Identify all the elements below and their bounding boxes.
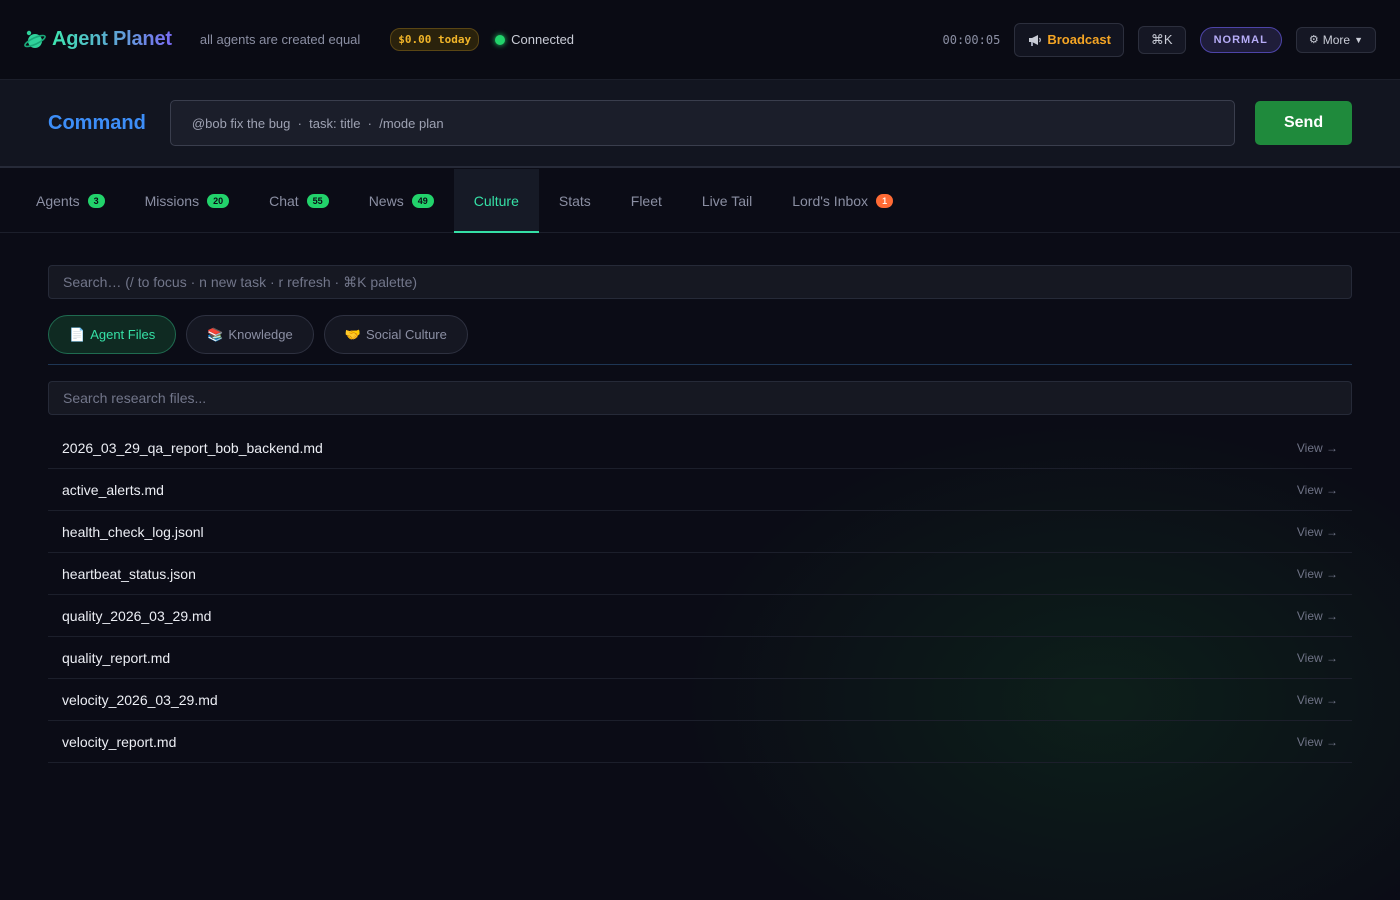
- tab-culture[interactable]: Culture: [453, 169, 540, 233]
- tab-count-badge: 55: [306, 193, 329, 208]
- tab-stats[interactable]: Stats: [539, 169, 611, 232]
- view-link[interactable]: View →: [1297, 567, 1338, 581]
- session-timer: 00:00:05: [942, 32, 1001, 47]
- file-row[interactable]: active_alerts.md View →: [48, 469, 1352, 511]
- subtab-label: Knowledge: [228, 327, 293, 342]
- view-link[interactable]: View →: [1297, 483, 1338, 497]
- tab-news[interactable]: News 49: [349, 169, 454, 232]
- tab-label: Agents: [36, 192, 80, 209]
- tab-label: Chat: [269, 192, 299, 209]
- subtab-label: Agent Files: [90, 327, 156, 342]
- planet-icon: [24, 30, 46, 48]
- file-list: 2026_03_29_qa_report_bob_backend.md View…: [48, 427, 1352, 763]
- subtab-agent-files[interactable]: 📄 Agent Files: [48, 315, 177, 354]
- file-name: active_alerts.md: [62, 481, 164, 498]
- view-link[interactable]: View →: [1297, 693, 1338, 707]
- broadcast-button[interactable]: Broadcast: [1014, 22, 1124, 57]
- tab-agents[interactable]: Agents 3: [16, 169, 125, 232]
- tab-count-badge: 1: [876, 193, 894, 208]
- subtab-social-culture[interactable]: 🤝 Social Culture: [323, 315, 468, 354]
- top-bar: Agent Planet all agents are created equa…: [0, 0, 1400, 80]
- tagline: all agents are created equal: [199, 32, 361, 47]
- send-button[interactable]: Send: [1255, 101, 1352, 145]
- file-row[interactable]: velocity_2026_03_29.md View →: [48, 679, 1352, 721]
- tab-count-badge: 3: [87, 193, 105, 208]
- file-row[interactable]: velocity_report.md View →: [48, 721, 1352, 763]
- tab-missions[interactable]: Missions 20: [125, 169, 249, 232]
- view-link[interactable]: View →: [1297, 525, 1338, 539]
- tab-count-badge: 20: [207, 193, 230, 208]
- file-row[interactable]: quality_report.md View →: [48, 637, 1352, 679]
- connection-status: Connected: [495, 32, 574, 47]
- gear-icon: ⚙: [1308, 34, 1319, 46]
- logo[interactable]: Agent Planet: [24, 28, 172, 51]
- file-row[interactable]: heartbeat_status.json View →: [48, 553, 1352, 595]
- command-bar: Command Send: [0, 80, 1400, 168]
- file-name: velocity_2026_03_29.md: [62, 691, 218, 708]
- subtab-knowledge[interactable]: 📚 Knowledge: [186, 315, 314, 354]
- document-icon: 📄: [69, 326, 86, 342]
- file-name: quality_2026_03_29.md: [62, 607, 212, 624]
- megaphone-icon: [1029, 34, 1042, 46]
- more-label: More: [1322, 32, 1351, 47]
- file-name: 2026_03_29_qa_report_bob_backend.md: [62, 439, 323, 456]
- command-input[interactable]: [169, 100, 1236, 146]
- command-label: Command: [48, 111, 146, 134]
- chevron-down-icon: ▼: [1354, 34, 1363, 45]
- tab-chat[interactable]: Chat 55: [249, 169, 349, 232]
- broadcast-label: Broadcast: [1047, 32, 1111, 47]
- connection-label: Connected: [511, 32, 575, 47]
- subtab-label: Social Culture: [365, 327, 447, 342]
- tab-count-badge: 49: [411, 193, 434, 208]
- file-search-input[interactable]: [48, 381, 1352, 415]
- tab-label: Missions: [144, 192, 200, 209]
- status-dot-icon: [495, 34, 506, 45]
- view-link[interactable]: View →: [1297, 651, 1338, 665]
- tab-label: Live Tail: [701, 192, 753, 209]
- cost-badge: $0.00 today: [390, 28, 480, 51]
- tab-label: Fleet: [630, 192, 662, 209]
- section-divider: [48, 364, 1352, 365]
- command-palette-button[interactable]: ⌘K: [1137, 25, 1186, 54]
- file-name: quality_report.md: [62, 649, 171, 666]
- mode-badge[interactable]: NORMAL: [1199, 26, 1282, 53]
- view-link[interactable]: View →: [1297, 735, 1338, 749]
- tab-live-tail[interactable]: Live Tail: [682, 169, 772, 232]
- file-name: velocity_report.md: [62, 733, 177, 750]
- tab-label: News: [368, 192, 404, 209]
- main-tabs: Agents 3 Missions 20 Chat 55 News 49 Cul…: [0, 169, 1400, 233]
- file-row[interactable]: quality_2026_03_29.md View →: [48, 595, 1352, 637]
- culture-subtabs: 📄 Agent Files 📚 Knowledge 🤝 Social Cultu…: [48, 315, 468, 354]
- more-menu-button[interactable]: ⚙ More ▼: [1295, 26, 1376, 53]
- file-row[interactable]: 2026_03_29_qa_report_bob_backend.md View…: [48, 427, 1352, 469]
- global-search-input[interactable]: [48, 265, 1352, 299]
- tab-fleet[interactable]: Fleet: [611, 169, 682, 232]
- view-link[interactable]: View →: [1297, 441, 1338, 455]
- app-name: Agent Planet: [52, 28, 172, 50]
- handshake-icon: 🤝: [344, 326, 361, 342]
- view-link[interactable]: View →: [1297, 609, 1338, 623]
- tab-label: Lord's Inbox: [792, 192, 869, 209]
- tab-label: Stats: [558, 192, 591, 209]
- tab-lords-inbox[interactable]: Lord's Inbox 1: [772, 169, 913, 232]
- file-name: heartbeat_status.json: [62, 565, 196, 582]
- tab-label: Culture: [473, 192, 519, 209]
- file-name: health_check_log.jsonl: [62, 523, 204, 540]
- file-row[interactable]: health_check_log.jsonl View →: [48, 511, 1352, 553]
- books-icon: 📚: [207, 326, 224, 342]
